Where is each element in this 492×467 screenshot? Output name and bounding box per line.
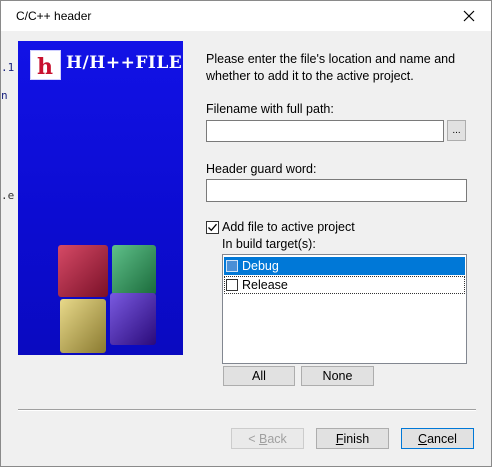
finish-button[interactable]: Finish	[316, 428, 389, 449]
guard-label: Header guard word:	[206, 162, 317, 176]
filename-input[interactable]	[206, 120, 444, 142]
list-item-release[interactable]: Release	[224, 276, 465, 294]
dialog-window: C/C++ header .1 n .e h H/H++FILE Please …	[0, 0, 492, 467]
list-item-debug[interactable]: Debug	[224, 257, 465, 275]
add-to-project-checkbox[interactable]	[206, 221, 219, 234]
codeblocks-logo: h	[30, 50, 61, 80]
back-prefix: <	[248, 431, 259, 446]
release-checkbox[interactable]	[226, 279, 238, 291]
back-mnemonic: B	[258, 431, 268, 446]
cancel-rest: ancel	[427, 431, 457, 446]
background-fragment: .e	[1, 189, 15, 202]
title-bar: C/C++ header	[1, 1, 491, 31]
background-fragment: .1	[1, 61, 15, 74]
back-button[interactable]: < Back	[231, 428, 304, 449]
close-icon	[463, 10, 475, 22]
select-all-button[interactable]: All	[223, 366, 295, 386]
background-fragment: n	[1, 89, 8, 102]
add-to-project-label: Add file to active project	[222, 220, 355, 234]
list-item-label: Debug	[242, 259, 279, 273]
cancel-mnemonic: C	[418, 431, 428, 446]
build-targets-list[interactable]: Debug Release	[222, 254, 467, 364]
cancel-button[interactable]: Cancel	[401, 428, 474, 449]
cubes-graphic	[58, 245, 156, 353]
finish-rest: inish	[343, 431, 370, 446]
back-rest: ack	[267, 431, 287, 446]
browse-button[interactable]: ...	[447, 120, 466, 141]
list-item-label: Release	[242, 278, 288, 292]
close-button[interactable]	[447, 1, 491, 31]
window-title: C/C++ header	[16, 9, 92, 23]
build-targets-label: In build target(s):	[222, 237, 316, 251]
check-icon	[208, 223, 217, 232]
filename-label: Filename with full path:	[206, 102, 334, 116]
wizard-banner: h H/H++FILE	[18, 41, 183, 355]
guard-word-input[interactable]	[206, 179, 467, 202]
debug-checkbox[interactable]	[226, 260, 238, 272]
footer-separator	[18, 409, 476, 411]
svg-text:h: h	[37, 54, 53, 79]
banner-title: H/H++FILE	[66, 53, 183, 73]
select-none-button[interactable]: None	[301, 366, 374, 386]
intro-text: Please enter the file's location and nam…	[206, 52, 456, 83]
finish-mnemonic: F	[335, 431, 344, 446]
